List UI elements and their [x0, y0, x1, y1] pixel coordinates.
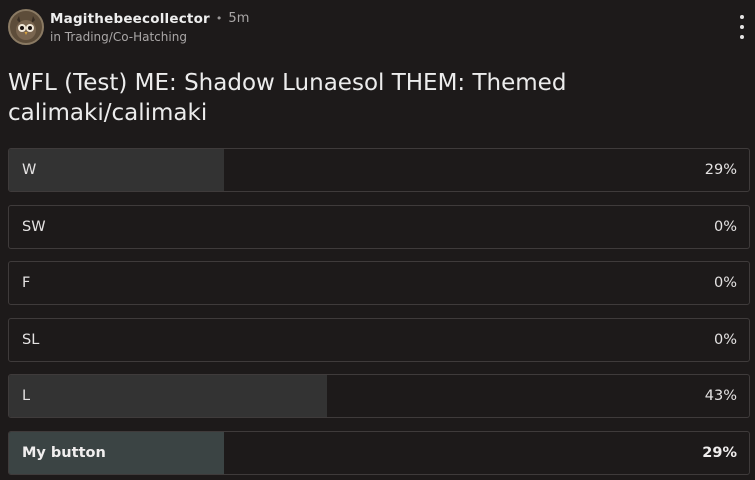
poll-option-percent: 43% [704, 388, 737, 404]
poll-option-percent: 29% [704, 162, 737, 178]
poll-option[interactable]: SW 0% [8, 204, 750, 249]
kebab-dot [740, 35, 744, 39]
author-name[interactable]: Magithebeecollector [50, 10, 210, 28]
owl-avatar-icon [10, 11, 42, 43]
poll-option[interactable]: L 43% [8, 374, 750, 418]
poll-option-percent: 29% [702, 444, 737, 461]
avatar[interactable] [8, 9, 44, 45]
post-meta: Magithebeecollector • 5m in Trading/Co-H… [50, 10, 249, 45]
poll-option[interactable]: F 0% [8, 261, 750, 305]
poll-option-percent: 0% [713, 331, 737, 348]
poll-option-label: F [22, 275, 31, 291]
poll-option[interactable]: SL 0% [8, 317, 750, 362]
poll-option-label: W [22, 162, 37, 178]
poll-option-label: My button [22, 444, 106, 461]
kebab-menu-icon[interactable] [737, 15, 747, 39]
kebab-dot [740, 25, 744, 29]
post-card: Magithebeecollector • 5m in Trading/Co-H… [0, 0, 755, 480]
poll-option-label: SL [22, 331, 40, 348]
kebab-dot [740, 15, 744, 19]
community-link[interactable]: in Trading/Co-Hatching [50, 29, 249, 45]
post-title: WFL (Test) ME: Shadow Lunaesol THEM: The… [8, 70, 567, 126]
poll-option[interactable]: W 29% [8, 148, 750, 192]
poll-option-label: L [22, 388, 31, 404]
poll-option-percent: 0% [713, 275, 737, 291]
post-header: Magithebeecollector • 5m in Trading/Co-H… [8, 8, 249, 46]
poll-option-fill [9, 375, 328, 417]
poll-option-fill [9, 149, 224, 191]
poll-option-label: SW [22, 218, 46, 235]
poll: W 29% SW 0% F 0% SL 0% L 43% My button 2… [8, 148, 750, 480]
poll-option-percent: 0% [713, 218, 737, 235]
meta-separator: • [215, 11, 223, 25]
poll-option-my-button[interactable]: My button 29% [8, 430, 750, 475]
post-time: 5m [228, 10, 250, 26]
